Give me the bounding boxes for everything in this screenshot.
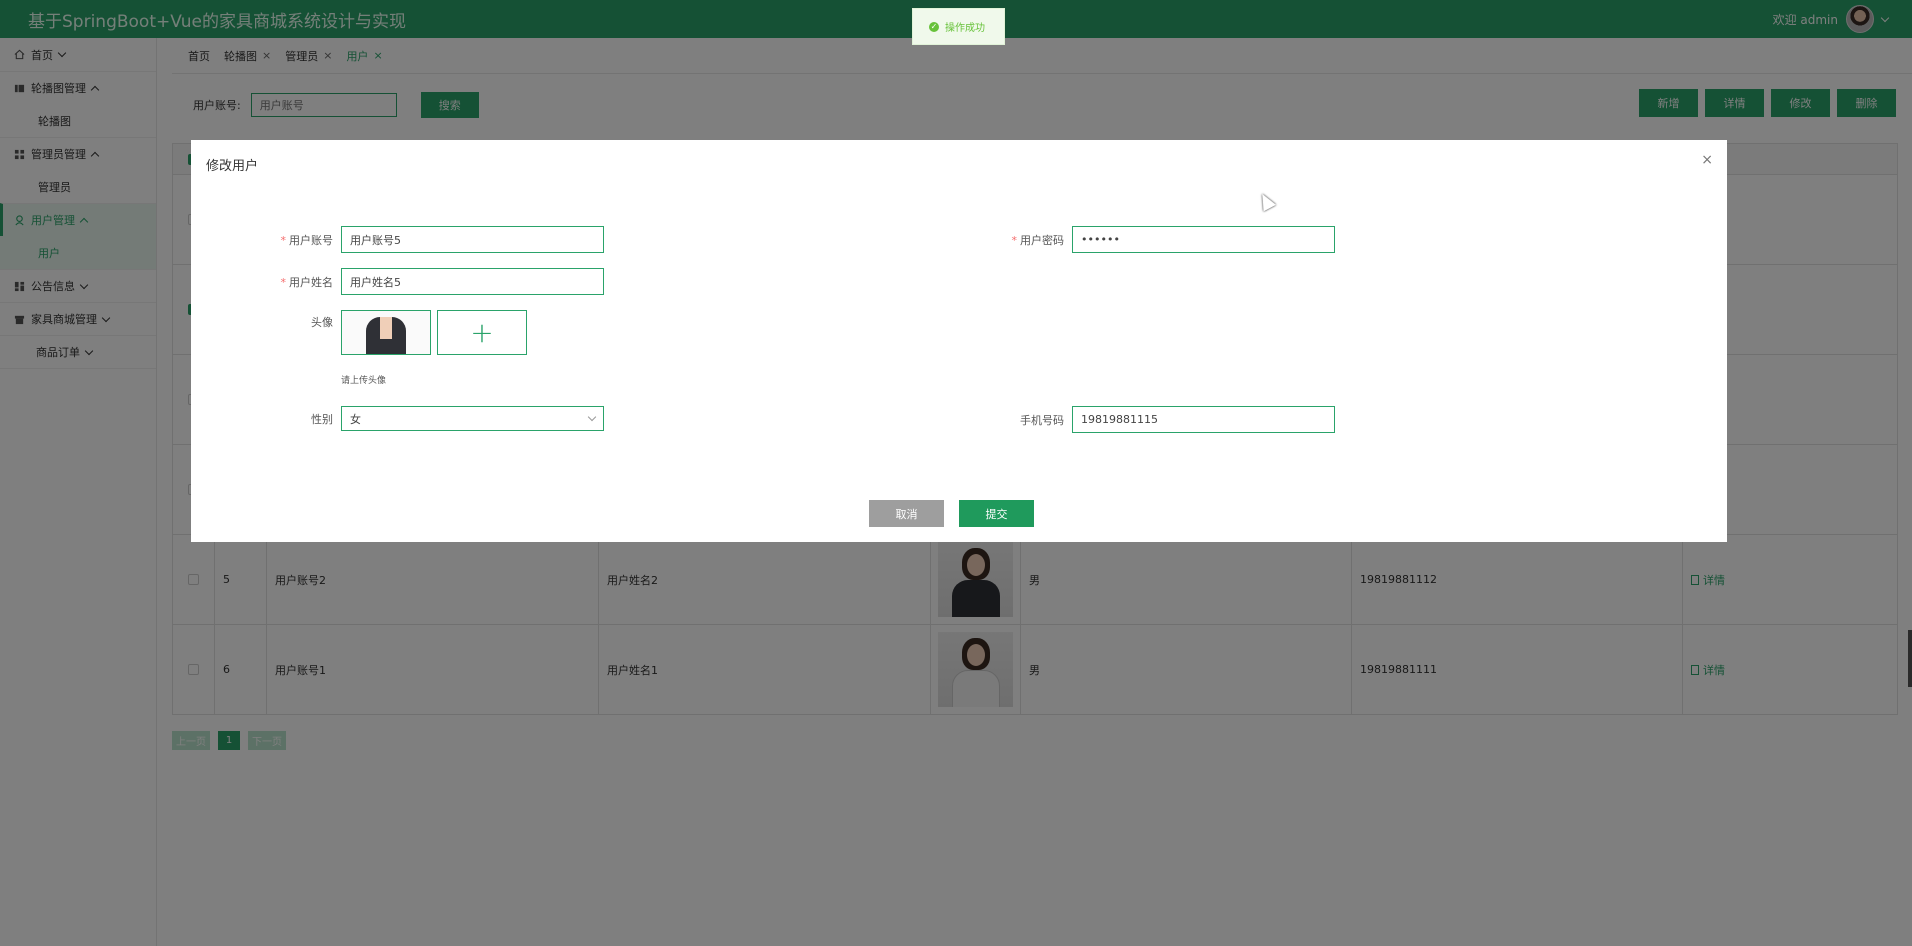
avatar-hint: 请上传头像 [341, 376, 387, 386]
close-icon[interactable]: × [1701, 152, 1713, 168]
check-icon: ✓ [929, 21, 939, 32]
name-field-row: * 用户姓名 [221, 268, 604, 295]
phone-field-row: 手机号码 [952, 406, 1335, 433]
toast-text: 操作成功 [945, 23, 985, 34]
account-field-row: * 用户账号 [221, 226, 604, 253]
field-label: 手机号码 [1020, 413, 1064, 427]
password-field-row: * 用户密码 [952, 226, 1335, 253]
cancel-button[interactable]: 取消 [869, 500, 944, 527]
avatar-thumbnail[interactable] [341, 310, 431, 355]
upload-add-button[interactable]: + [437, 310, 527, 355]
field-label: 用户密码 [1020, 233, 1064, 247]
gender-select[interactable]: 女 [341, 406, 604, 431]
phone-input[interactable] [1072, 406, 1335, 433]
field-label: 用户姓名 [289, 275, 333, 289]
password-input[interactable] [1072, 226, 1335, 253]
gender-value: 女 [350, 412, 361, 426]
field-label: 头像 [311, 316, 333, 329]
dialog-title: 修改用户 [206, 159, 259, 174]
gender-field-row: 性别 女 [221, 406, 604, 431]
account-input[interactable] [341, 226, 604, 253]
chevron-down-icon [587, 412, 597, 422]
field-label: 用户账号 [289, 233, 333, 247]
field-label: 性别 [311, 412, 333, 426]
avatar-field-row: 头像 + [221, 310, 527, 355]
submit-button[interactable]: 提交 [959, 500, 1034, 527]
success-toast: ✓ 操作成功 [912, 8, 1005, 45]
edit-user-dialog: 修改用户 × *用户账号 *用户密码 *用户姓名 头像 + 请上传头像 性别 女… [191, 140, 1727, 542]
name-input[interactable] [341, 268, 604, 295]
